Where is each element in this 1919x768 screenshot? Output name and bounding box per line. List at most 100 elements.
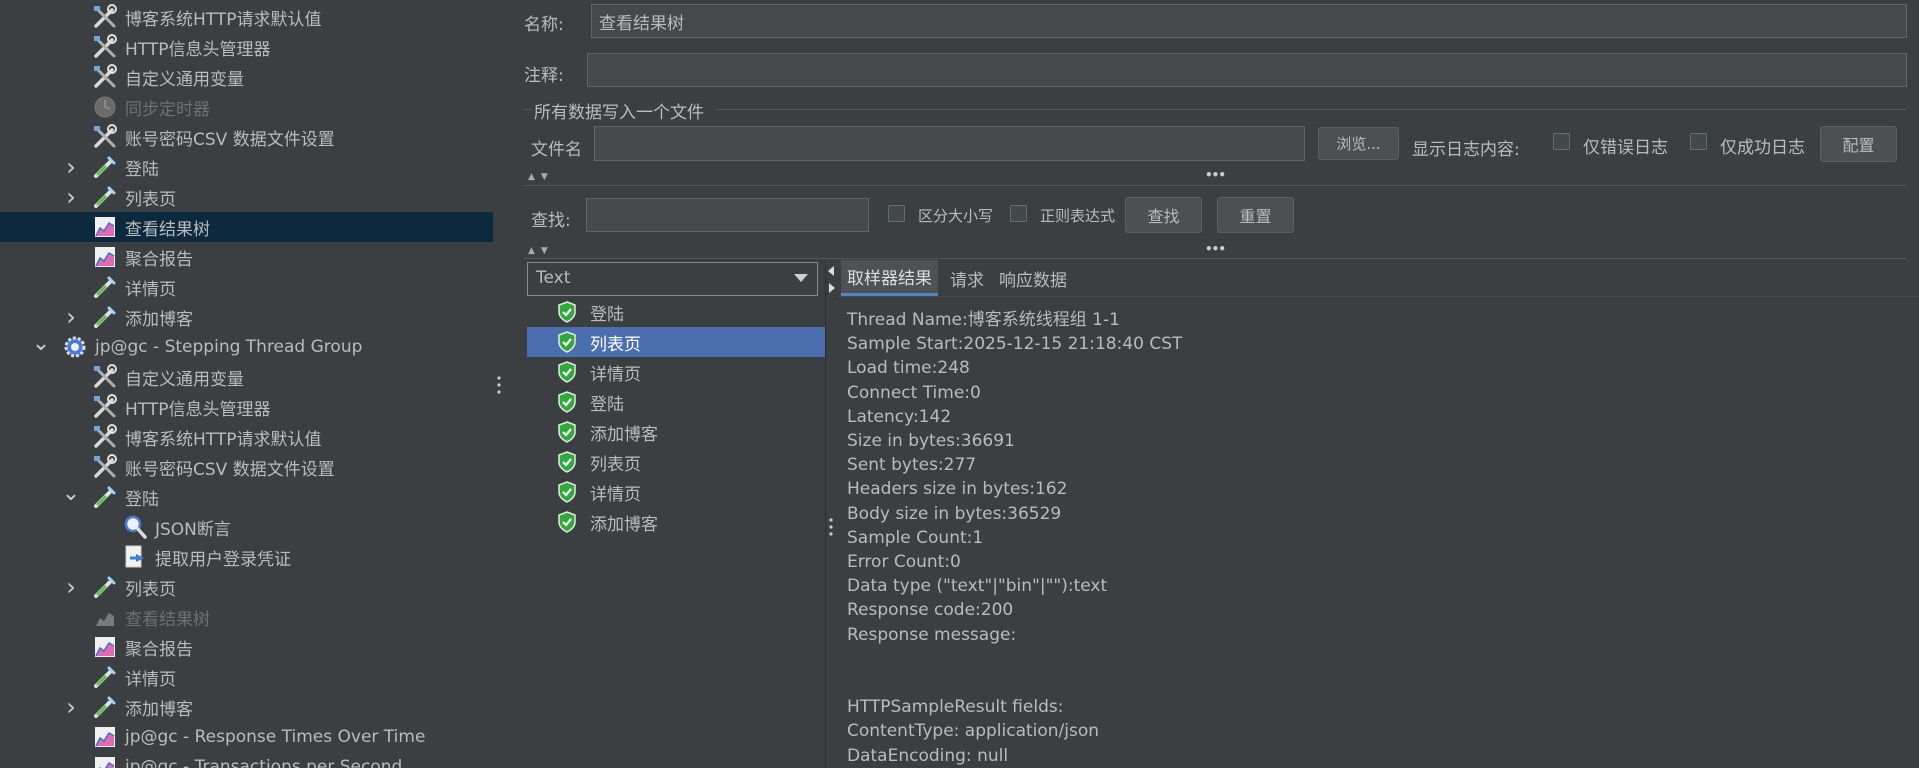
sampler-result-text[interactable]: Thread Name:博客系统线程组 1-1 Sample Start:2025… <box>838 296 1919 768</box>
tree-item[interactable]: 自定义通用变量 <box>0 362 493 392</box>
result-detail-line: Response code:200 <box>847 600 1014 621</box>
tree-item[interactable]: 查看结果树 <box>0 212 493 242</box>
test-plan-tree[interactable]: 博客系统HTTP请求默认值 HTTP信息头管理器 自定义通用变量 同步定时器 账号密码C… <box>0 0 493 768</box>
configure-button[interactable]: 配置 <box>1820 126 1897 162</box>
result-detail-line: Latency:142 <box>847 406 952 427</box>
graph-icon <box>92 724 118 750</box>
tree-item[interactable]: JSON断言 <box>0 512 493 542</box>
chevron-down-icon <box>794 274 808 282</box>
case-sensitive-checkbox[interactable] <box>888 205 905 222</box>
result-list-item[interactable]: 详情页 <box>527 357 825 387</box>
tree-item[interactable]: › 列表页 <box>0 572 493 602</box>
wrench-icon <box>92 64 118 90</box>
result-detail-line: Connect Time:0 <box>847 382 981 403</box>
chevron-right-icon[interactable]: › <box>63 573 79 601</box>
horizontal-splitter-grip-icon-2[interactable]: ••• <box>1205 242 1226 256</box>
collapse-arrows-icon-2[interactable]: ▲▼ <box>528 246 554 256</box>
tree-item[interactable]: jp@gc - Response Times Over Time <box>0 722 493 752</box>
tab-sampler-result[interactable]: 取样器结果 <box>841 260 938 296</box>
tab-response-data[interactable]: 响应数据 <box>993 260 1073 296</box>
tree-item[interactable]: › 列表页 <box>0 182 493 212</box>
sample-result-list[interactable]: 登陆 列表页 详情页 登陆 添加博客 列表页 详情页 添加博客 <box>527 296 825 768</box>
result-item-label: 列表页 <box>590 454 641 475</box>
pipette-icon <box>92 574 118 600</box>
section-border-right <box>715 109 1907 110</box>
tree-item[interactable]: 自定义通用变量 <box>0 62 493 92</box>
chevron-right-icon[interactable]: › <box>63 303 79 331</box>
tree-item[interactable]: › 添加博客 <box>0 302 493 332</box>
result-list-item[interactable]: 添加博客 <box>527 417 825 447</box>
collapse-arrows-icon[interactable]: ▲▼ <box>528 172 554 182</box>
tree-item-label: jp@gc - Transactions per Second <box>125 757 403 768</box>
tree-item[interactable]: › 添加博客 <box>0 692 493 722</box>
result-detail-line: Data type ("text"|"bin"|""):text <box>847 576 1108 597</box>
reset-button[interactable]: 重置 <box>1217 197 1294 233</box>
tree-item[interactable]: jp@gc - Transactions per Second <box>0 752 493 768</box>
comment-field[interactable] <box>587 53 1907 87</box>
name-label: 名称: <box>524 15 564 35</box>
tree-item[interactable]: 同步定时器 <box>0 92 493 122</box>
result-item-label: 列表页 <box>590 334 641 355</box>
tree-item[interactable]: ⌄ 登陆 <box>0 481 493 512</box>
result-list-item[interactable]: 登陆 <box>527 387 825 417</box>
tree-item[interactable]: 博客系统HTTP请求默认值 <box>0 2 493 32</box>
chevron-right-icon[interactable]: › <box>63 183 79 211</box>
find-button[interactable]: 查找 <box>1125 197 1202 233</box>
errors-only-label: 仅错误日志 <box>1583 138 1668 158</box>
filename-field[interactable] <box>594 126 1305 161</box>
tree-item[interactable]: HTTP信息头管理器 <box>0 392 493 422</box>
tree-item-label: HTTP信息头管理器 <box>125 39 271 60</box>
collapse-left-icon[interactable] <box>828 266 834 276</box>
search-input[interactable] <box>586 198 869 232</box>
tab-request[interactable]: 请求 <box>944 260 990 296</box>
filename-label: 文件名 <box>531 140 582 160</box>
result-item-label: 添加博客 <box>590 424 658 445</box>
chevron-down-icon[interactable]: ⌄ <box>32 331 50 356</box>
renderer-select-value: Text <box>536 268 571 288</box>
chevron-right-icon[interactable]: › <box>63 153 79 181</box>
tree-item[interactable]: 聚合报告 <box>0 242 493 272</box>
result-list-item[interactable]: 详情页 <box>527 477 825 507</box>
result-list-item[interactable]: 登陆 <box>527 297 825 327</box>
vertical-splitter[interactable] <box>493 0 508 768</box>
browse-button[interactable]: 浏览... <box>1318 127 1399 160</box>
tree-item[interactable]: › 登陆 <box>0 152 493 182</box>
result-detail-line: Size in bytes:36691 <box>847 431 1015 451</box>
tree-item[interactable]: ⌄ jp@gc - Stepping Thread Group <box>0 331 493 362</box>
tree-item[interactable]: HTTP信息头管理器 <box>0 32 493 62</box>
success-only-checkbox[interactable] <box>1690 133 1707 150</box>
graph-icon <box>92 244 118 270</box>
name-field[interactable]: 查看结果树 <box>591 4 1907 38</box>
result-list-item[interactable]: 列表页 <box>527 327 825 357</box>
wrench-icon <box>92 454 118 480</box>
splitter-grip-icon <box>497 376 501 394</box>
result-list-item[interactable]: 列表页 <box>527 447 825 477</box>
tree-item[interactable]: 账号密码CSV 数据文件设置 <box>0 452 493 482</box>
result-item-label: 详情页 <box>590 484 641 505</box>
tree-item[interactable]: 账号密码CSV 数据文件设置 <box>0 122 493 152</box>
result-detail-line: Sent bytes:277 <box>847 455 977 476</box>
result-detail-line: Thread Name:博客系统线程组 1-1 <box>847 310 1120 330</box>
divider-2 <box>524 258 1907 259</box>
result-item-label: 详情页 <box>590 364 641 385</box>
horizontal-splitter-grip-icon[interactable]: ••• <box>1205 168 1226 182</box>
tree-item[interactable]: 聚合报告 <box>0 632 493 662</box>
result-list-splitter[interactable] <box>825 262 839 768</box>
chevron-down-icon[interactable]: ⌄ <box>62 481 80 506</box>
tree-item[interactable]: 提取用户登录凭证 <box>0 542 493 572</box>
tree-item[interactable]: 详情页 <box>0 662 493 692</box>
tree-item-label: 列表页 <box>125 579 176 600</box>
tree-item[interactable]: 博客系统HTTP请求默认值 <box>0 422 493 452</box>
regex-checkbox[interactable] <box>1010 205 1027 222</box>
tree-item-label: 自定义通用变量 <box>125 69 244 90</box>
tree-item-label: HTTP信息头管理器 <box>125 399 271 420</box>
result-list-item[interactable]: 添加博客 <box>527 507 825 537</box>
result-detail-line: DataEncoding: null <box>847 745 1009 766</box>
tree-item[interactable]: 查看结果树 <box>0 602 493 632</box>
tree-item[interactable]: 详情页 <box>0 272 493 302</box>
errors-only-checkbox[interactable] <box>1553 133 1570 150</box>
success-shield-icon <box>557 481 577 503</box>
chevron-right-icon[interactable]: › <box>63 693 79 721</box>
collapse-right-icon[interactable] <box>829 283 835 293</box>
renderer-select[interactable]: Text <box>527 262 818 296</box>
